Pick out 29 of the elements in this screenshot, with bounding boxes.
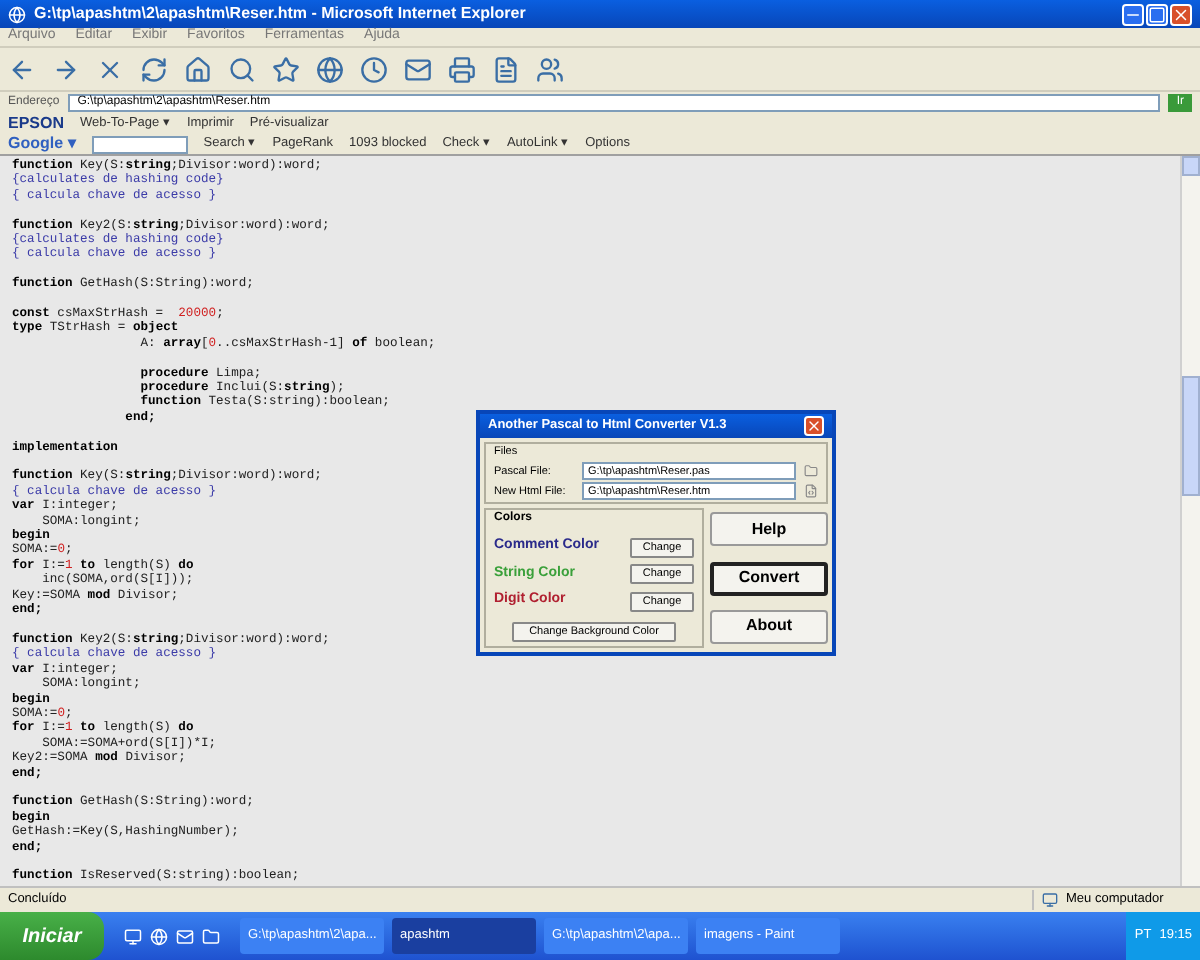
dialog-button[interactable]: About — [710, 609, 828, 644]
folder-icon[interactable] — [804, 464, 818, 479]
document-icon[interactable] — [492, 55, 520, 83]
dialog-button[interactable]: Help — [710, 512, 828, 547]
close-button[interactable] — [804, 416, 824, 436]
printer-icon[interactable] — [448, 55, 476, 83]
desktop-icon[interactable] — [124, 927, 142, 945]
clock-icon[interactable] — [360, 55, 388, 83]
globe-icon[interactable] — [316, 55, 344, 83]
google-logo[interactable]: Google ▾ — [8, 132, 76, 156]
maximize-button[interactable] — [1146, 3, 1168, 25]
search-field[interactable] — [91, 135, 188, 153]
scrollbar[interactable] — [1180, 156, 1200, 886]
back-icon[interactable] — [8, 55, 36, 83]
dialog-button[interactable]: Convert — [710, 561, 828, 596]
home-icon[interactable] — [184, 55, 212, 83]
star-icon[interactable] — [272, 55, 300, 83]
close-button[interactable] — [1170, 3, 1192, 25]
file-icon[interactable] — [804, 484, 818, 499]
mail-icon[interactable] — [404, 55, 432, 83]
computer-icon — [1042, 892, 1058, 908]
browser-icon — [8, 5, 26, 23]
forward-icon[interactable] — [52, 55, 80, 83]
window-title: G:\tp\apashtm\2\apashtm\Reser.htm - Microsoft Internet Explorer — [34, 2, 526, 26]
search-icon[interactable] — [228, 55, 256, 83]
refresh-icon[interactable] — [140, 55, 168, 83]
people-icon[interactable] — [536, 55, 564, 83]
epson-logo: EPSON — [8, 112, 65, 136]
minimize-button[interactable] — [1122, 3, 1144, 25]
